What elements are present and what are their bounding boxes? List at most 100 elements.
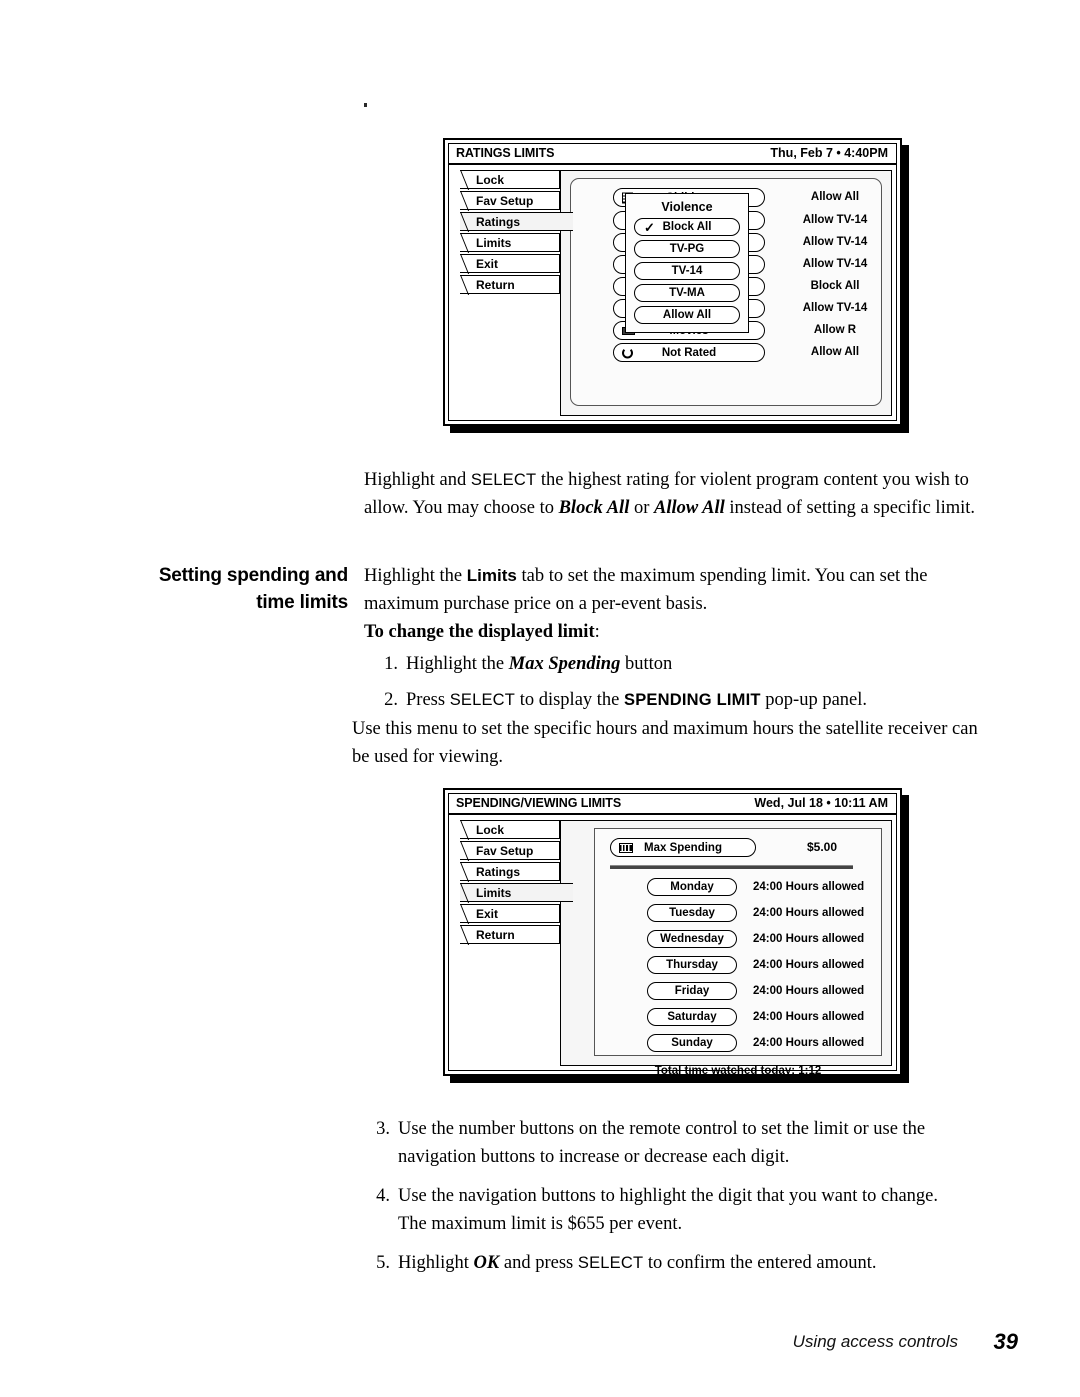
ratings-row-value: Allow TV-14 [802, 258, 868, 270]
step-number: 5. [376, 1253, 390, 1273]
tab-ratings[interactable]: Ratings [460, 862, 560, 881]
paragraph-use-this-menu: Use this menu to set the specific hours … [352, 716, 992, 771]
day-row-wednesday: Wednesday 24:00 Hours allowed [595, 930, 881, 952]
day-label: Saturday [667, 1011, 717, 1023]
tab-slant-icon [460, 820, 474, 840]
tab-limits[interactable]: Limits [460, 233, 560, 252]
ratings-row-value: Allow TV-14 [802, 214, 868, 226]
popup-option-label: Block All [662, 221, 712, 233]
popup-option-tv-14[interactable]: TV-14 [634, 262, 740, 280]
subheading-colon: : [594, 622, 600, 642]
tab-exit[interactable]: Exit [460, 254, 560, 273]
max-spending-label: Max Spending [644, 841, 722, 854]
day-row-sunday: Sunday 24:00 Hours allowed [595, 1034, 881, 1056]
ratings-row-value: Block All [810, 280, 860, 292]
tab-slant-icon [460, 170, 474, 190]
scan-artifact [364, 103, 367, 107]
spending-header-bar: SPENDING/VIEWING LIMITS Wed, Jul 18 • 10… [449, 794, 896, 815]
ratings-clock: Thu, Feb 7 • 4:40PM [770, 146, 888, 160]
smallcaps-select: SELECT [470, 471, 537, 489]
day-button-monday[interactable]: Monday [647, 878, 737, 896]
ratings-screen-title: RATINGS LIMITS [456, 146, 555, 160]
popup-option-label: Allow All [662, 309, 712, 321]
step-item-1: 1. Highlight the Max Spending button [372, 651, 992, 679]
text-run: to display the [515, 689, 625, 710]
popup-option-pill: Allow All [634, 306, 740, 324]
text-run: Use the number buttons on the remote con… [398, 1119, 926, 1167]
popup-option-pill: TV-PG [634, 240, 740, 258]
step-number: 4. [376, 1186, 390, 1206]
day-button-saturday[interactable]: Saturday [647, 1008, 737, 1026]
section-heading-line2: time limits [256, 592, 348, 613]
text-run: Highlight and [364, 470, 471, 490]
smallcaps-select: SELECT [577, 1254, 644, 1272]
text-run: or [629, 497, 655, 518]
day-button-thursday[interactable]: Thursday [647, 956, 737, 974]
day-button-wednesday[interactable]: Wednesday [647, 930, 737, 948]
tab-lock[interactable]: Lock [460, 170, 560, 189]
day-value: 24:00 Hours allowed [753, 1037, 865, 1049]
spending-inner-panel: Max Spending $5.00 Monday 24:00 Hours al… [594, 828, 882, 1077]
ratings-category-button[interactable]: Not Rated [613, 343, 765, 362]
section-divider [610, 865, 853, 869]
emphasis-max-spending: Max Spending [508, 654, 621, 674]
step-item-5: 5. Highlight OK and press SELECT to conf… [364, 1250, 964, 1278]
steps-list-1-2: 1. Highlight the Max Spending button 2. … [372, 651, 992, 722]
popup-option-label: TV-PG [669, 243, 705, 255]
bold-spending-limit: SPENDING LIMIT [624, 690, 761, 709]
page-number: 39 [993, 1329, 1018, 1354]
day-button-tuesday[interactable]: Tuesday [647, 904, 737, 922]
day-row-friday: Friday 24:00 Hours allowed [595, 982, 881, 1004]
tab-exit[interactable]: Exit [460, 904, 560, 923]
tab-limits[interactable]: Limits [460, 883, 573, 902]
popup-option-pill: ✓ Block All [634, 218, 740, 236]
tab-slant-icon [460, 904, 474, 924]
day-value: 24:00 Hours allowed [753, 985, 865, 997]
text-run: Use the navigation buttons to highlight … [398, 1186, 939, 1234]
subheading-text: To change the displayed limit [364, 622, 595, 642]
day-value: 24:00 Hours allowed [753, 959, 865, 971]
paragraph-limits-tab: Highlight the Limits tab to set the maxi… [364, 562, 984, 618]
tab-ratings[interactable]: Ratings [460, 212, 573, 231]
tab-slant-icon [460, 275, 474, 295]
day-button-sunday[interactable]: Sunday [647, 1034, 737, 1052]
text-run: pop-up panel. [760, 689, 868, 710]
smallcaps-select: SELECT [449, 690, 516, 709]
day-row-tuesday: Tuesday 24:00 Hours allowed [595, 904, 881, 926]
text-run: button [620, 654, 673, 674]
tab-slant-icon [460, 254, 474, 274]
spending-tab-rail: Lock Fav Setup Ratings Limits Exit Retur… [460, 820, 573, 946]
popup-option-label: TV-MA [669, 287, 705, 299]
max-spending-row: Max Spending $5.00 [595, 838, 881, 860]
tab-lock[interactable]: Lock [460, 820, 560, 839]
spending-viewing-limits-screenshot: SPENDING/VIEWING LIMITS Wed, Jul 18 • 10… [443, 788, 902, 1077]
ratings-inner-panel: Children Allow All Allow TV-14 [570, 178, 882, 406]
tab-slant-icon [460, 883, 474, 903]
tv-inner-frame: RATINGS LIMITS Thu, Feb 7 • 4:40PM Lock … [448, 143, 897, 421]
text-run: instead of setting a specific limit. [724, 497, 975, 518]
check-icon: ✓ [644, 220, 655, 235]
day-label: Friday [674, 985, 710, 997]
day-button-friday[interactable]: Friday [647, 982, 737, 1000]
tab-fav-setup[interactable]: Fav Setup [460, 841, 560, 860]
refresh-icon [622, 347, 633, 358]
tab-return[interactable]: Return [460, 925, 560, 944]
ratings-row-value: Allow R [813, 324, 857, 336]
day-value: 24:00 Hours allowed [753, 907, 865, 919]
step-number: 3. [376, 1119, 390, 1139]
day-label: Monday [670, 881, 714, 893]
violence-rating-popup: Violence ✓ Block All TV-PG TV-14 TV-MA A… [625, 193, 749, 333]
popup-option-label: TV-14 [671, 265, 703, 277]
tab-slant-icon [460, 862, 474, 882]
text-run: Press [406, 689, 450, 710]
popup-option-pill: TV-MA [634, 284, 740, 302]
text-run: and press [499, 1253, 578, 1273]
popup-option-tv-ma[interactable]: TV-MA [634, 284, 740, 302]
popup-option-tv-pg[interactable]: TV-PG [634, 240, 740, 258]
tab-return[interactable]: Return [460, 275, 560, 294]
max-spending-button[interactable]: Max Spending [610, 838, 756, 857]
day-label: Sunday [671, 1037, 713, 1049]
tab-fav-setup[interactable]: Fav Setup [460, 191, 560, 210]
popup-option-allow-all[interactable]: Allow All [634, 306, 740, 324]
popup-option-block-all[interactable]: ✓ Block All [634, 218, 740, 236]
